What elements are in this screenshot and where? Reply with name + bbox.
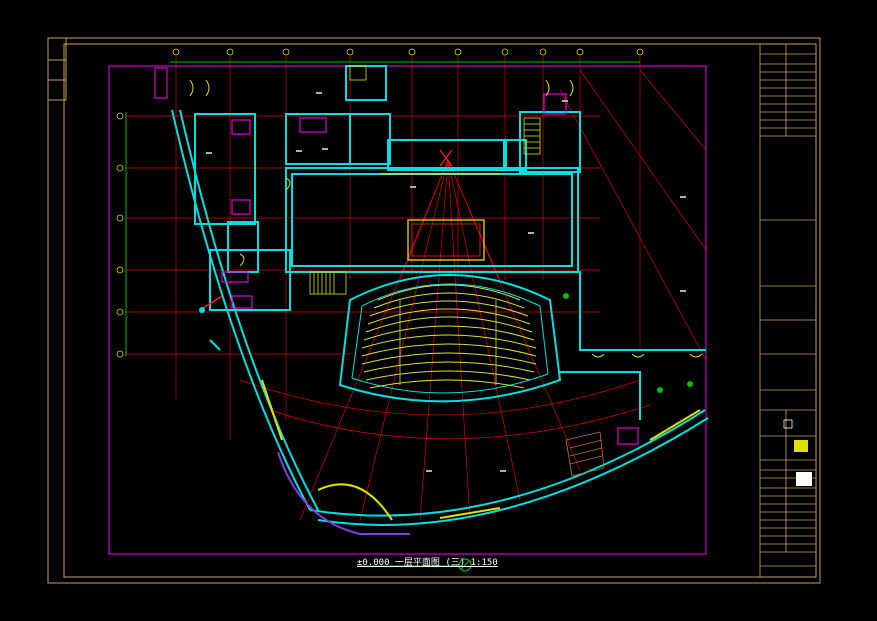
title-block-logo — [783, 419, 812, 486]
entrance-markers — [199, 293, 693, 393]
sheet-frame — [47, 37, 821, 584]
cad-floor-plan — [47, 37, 821, 584]
stage — [380, 149, 500, 261]
axis-bubbles-top — [172, 48, 644, 56]
title-block — [759, 43, 817, 578]
axis-bubbles-left — [116, 112, 124, 358]
facade-strips — [261, 379, 701, 519]
sightlines — [239, 159, 651, 521]
drawing-caption: ±0.000 一层平面图 (三) 1:150 — [357, 558, 498, 568]
auditorium — [338, 274, 562, 403]
canopy — [277, 451, 410, 535]
